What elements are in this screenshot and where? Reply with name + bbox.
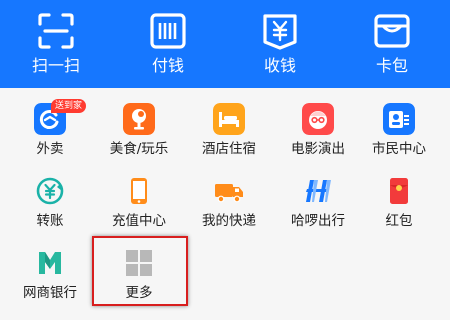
- app-label: 电影演出: [291, 141, 345, 157]
- app-recharge-center[interactable]: 充值中心: [94, 165, 184, 237]
- highlight-box: [92, 236, 188, 306]
- receive-label: 收钱: [263, 56, 296, 75]
- app-movie-shows[interactable]: 电影演出: [273, 93, 363, 165]
- card-wallet-label: 卡包: [375, 56, 408, 75]
- app-hello-travel[interactable]: 哈啰出行: [273, 165, 363, 237]
- app-food-delivery[interactable]: 送到家 外卖: [5, 93, 95, 165]
- mybank-icon: [39, 252, 61, 274]
- movie-face-icon: [302, 103, 334, 135]
- transfer-icon: [36, 177, 64, 205]
- citizen-center-icon: [383, 103, 415, 135]
- app-label: 酒店住宿: [202, 141, 256, 157]
- barcode-pay-icon: [150, 13, 186, 49]
- yuan-receive-icon: [263, 14, 297, 50]
- app-dining-fun[interactable]: 美食/玩乐: [94, 93, 184, 165]
- pay-button[interactable]: 付钱: [112, 0, 224, 88]
- app-label: 网商银行: [23, 285, 77, 301]
- app-label: 美食/玩乐: [109, 141, 169, 157]
- hello-bike-icon: [306, 180, 331, 202]
- dining-icon: [123, 103, 155, 135]
- app-mybank[interactable]: 网商银行: [5, 237, 95, 309]
- scan-label: 扫一扫: [31, 56, 80, 75]
- hotel-bed-icon: [213, 103, 245, 135]
- app-label: 外卖: [36, 141, 64, 157]
- app-hotel[interactable]: 酒店住宿: [184, 93, 274, 165]
- app-label: 哈啰出行: [291, 213, 345, 229]
- app-label: 充值中心: [112, 213, 166, 229]
- pay-label: 付钱: [151, 56, 184, 75]
- card-wallet-icon: [374, 14, 410, 48]
- app-my-express[interactable]: 我的快递: [184, 165, 274, 237]
- app-label: 转账: [36, 213, 64, 229]
- app-grid: 送到家 外卖 美食/玩乐 酒店住宿 电影演出 市民中心 转账 充值中心 我的快递…: [0, 88, 450, 320]
- app-citizen-center[interactable]: 市民中心: [354, 93, 444, 165]
- app-label: 我的快递: [202, 213, 256, 229]
- app-red-packet[interactable]: 红包: [354, 165, 444, 237]
- app-label: 市民中心: [372, 141, 426, 157]
- card-wallet-button[interactable]: 卡包: [336, 0, 448, 88]
- receive-button[interactable]: 收钱: [224, 0, 336, 88]
- app-label: 红包: [385, 213, 413, 229]
- top-action-bar: 扫一扫 付钱 收钱 卡包: [0, 0, 450, 88]
- scan-icon: [38, 13, 74, 49]
- phone-recharge-icon: [131, 178, 147, 204]
- delivery-truck-icon: [215, 184, 243, 203]
- app-transfer[interactable]: 转账: [5, 165, 95, 237]
- scan-button[interactable]: 扫一扫: [0, 0, 112, 88]
- promo-badge: 送到家: [51, 99, 87, 113]
- red-packet-icon: [390, 178, 408, 204]
